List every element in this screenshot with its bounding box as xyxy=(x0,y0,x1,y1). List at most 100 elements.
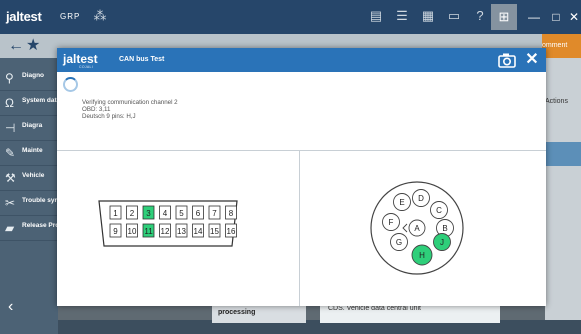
diagnosis-icon: ⚲ xyxy=(5,71,14,85)
obd-pin-5: 5 xyxy=(175,205,188,220)
status-area xyxy=(57,72,546,151)
status-line-obd: OBD: 3,11 xyxy=(82,106,111,113)
back-arrow-icon[interactable]: ← xyxy=(8,37,24,55)
obd-pin-label: 13 xyxy=(177,227,186,236)
obd-pin-label: 5 xyxy=(179,209,184,218)
vehicle-icon: ⚒ xyxy=(5,171,16,185)
group-label: GRP xyxy=(60,12,81,21)
deutsch-pin-E: E xyxy=(393,193,411,211)
group-icon[interactable]: ⁂ xyxy=(92,8,108,24)
sidebar-item-label: System data xyxy=(22,97,58,104)
release-icon: ▰ xyxy=(5,221,15,235)
deutsch-pin-label: B xyxy=(442,224,447,233)
maximize-button[interactable]: □ xyxy=(546,8,566,26)
deutsch-pin-label: J xyxy=(440,238,444,247)
deutsch-pin-C: C xyxy=(430,201,448,219)
maintenance-icon: ✎ xyxy=(5,146,16,160)
obd-pin-label: 16 xyxy=(227,227,236,236)
close-window-button[interactable]: ✕ xyxy=(564,8,581,26)
sidebar-item-label: Release Proced xyxy=(22,222,58,229)
obd-connector-diagram: 1 2 3 4 5 6 7 8 9 10 11 12 13 14 15 16 xyxy=(95,198,241,250)
obd-pin-6: 6 xyxy=(192,205,204,220)
obd-pin-label: 12 xyxy=(161,227,170,236)
sidebar-item-maintenance[interactable]: ✎ Mainte xyxy=(0,141,58,166)
dialog-logo-sub: COJALI xyxy=(79,65,94,69)
deutsch-pin-label: C xyxy=(436,206,442,215)
background-blue-row xyxy=(545,142,581,166)
list-icon[interactable]: ☰ xyxy=(394,8,410,24)
deutsch-pin-H: H xyxy=(411,244,433,266)
obd-pin-12: 12 xyxy=(159,223,171,238)
deutsch-pin-label: A xyxy=(414,224,420,233)
obd-pin-8: 8 xyxy=(225,205,237,220)
sidebar-back-icon[interactable]: ‹ xyxy=(8,298,13,316)
dialog-close-button[interactable]: ✕ xyxy=(523,50,541,70)
panel-divider xyxy=(299,151,300,306)
favorite-star-icon[interactable]: ★ xyxy=(26,37,40,55)
deutsch-pin-label: F xyxy=(389,218,394,227)
sidebar-item-diagnosis[interactable]: ⚲ Diagno xyxy=(0,66,58,91)
obd-pin-label: 10 xyxy=(128,227,137,236)
status-line-deutsch: Deutsch 9 pins: H,J xyxy=(82,113,136,120)
trouble-icon: ✂ xyxy=(5,196,16,210)
deutsch-pin-label: H xyxy=(419,251,425,260)
obd-pin-3: 3 xyxy=(142,205,155,220)
obd-pin-14: 14 xyxy=(192,223,204,238)
obd-pin-label: 8 xyxy=(229,209,234,218)
dialog-title: CAN bus Test xyxy=(119,56,165,63)
obd-pin-11: 11 xyxy=(142,223,155,238)
obd-pin-16: 16 xyxy=(225,223,237,238)
document-icon[interactable]: ▤ xyxy=(368,8,384,24)
sidebar-item-system-data[interactable]: Ω System data xyxy=(0,91,58,116)
camera-top-icon[interactable] xyxy=(446,8,462,24)
dialog-header: jaltest COJALI CAN bus Test ✕ xyxy=(57,48,546,72)
clipboard-icon[interactable]: ▦ xyxy=(420,8,436,24)
sidebar-item-label: Diagno xyxy=(22,72,45,79)
deutsch-pin-D: D xyxy=(412,189,430,207)
sidebar-item-trouble-symptoms[interactable]: ✂ Trouble sympto xyxy=(0,191,58,216)
obd-pin-label: 3 xyxy=(146,209,151,218)
deutsch-pin-label: D xyxy=(418,194,424,203)
deutsch-pin-label: E xyxy=(399,198,404,207)
obd-pin-10: 10 xyxy=(126,223,138,238)
obd-pin-label: 11 xyxy=(144,227,153,236)
obd-pin-1: 1 xyxy=(109,205,122,220)
loading-spinner-icon xyxy=(63,77,78,92)
deutsch-pin-F: F xyxy=(382,213,400,231)
sidebar-item-label: Vehicle xyxy=(22,172,45,179)
left-sidebar: ⚲ Diagno Ω System data ⊣ Diagra ✎ Mainte… xyxy=(0,58,58,334)
obd-pin-9: 9 xyxy=(109,223,122,238)
comment-tab[interactable]: omment xyxy=(542,34,581,58)
deutsch-pin-G: G xyxy=(390,233,408,251)
obd-pin-4: 4 xyxy=(159,205,171,220)
deutsch-connector-diagram: A BC D E F G H J xyxy=(369,180,465,276)
obd-pin-2: 2 xyxy=(126,205,138,220)
obd-pin-label: 15 xyxy=(210,227,219,236)
sidebar-item-vehicle[interactable]: ⚒ Vehicle xyxy=(0,166,58,191)
minimize-button[interactable]: — xyxy=(524,8,544,26)
obd-pin-label: 1 xyxy=(113,209,118,218)
obd-pin-7: 7 xyxy=(208,205,221,220)
help-icon[interactable]: ? xyxy=(472,8,488,24)
dialog-logo: jaltest xyxy=(63,52,98,66)
actions-label[interactable]: Actions xyxy=(545,98,568,105)
obd-pin-label: 2 xyxy=(130,209,135,218)
sidebar-item-release-procedures[interactable]: ▰ Release Proced xyxy=(0,216,58,241)
can-bus-test-dialog: jaltest COJALI CAN bus Test ✕ Verifying … xyxy=(57,48,546,306)
obd-pin-label: 14 xyxy=(194,227,203,236)
obd-pin-label: 6 xyxy=(196,209,201,218)
obd-pin-label: 7 xyxy=(212,209,217,218)
obd-pin-label: 4 xyxy=(163,209,168,218)
ohm-icon: Ω xyxy=(5,96,14,110)
apps-grid-button[interactable]: ⊞ xyxy=(491,4,517,30)
status-line-channel: Verifying communication channel 2 xyxy=(82,99,178,106)
obd-pin-15: 15 xyxy=(208,223,221,238)
sidebar-item-label: Trouble sympto xyxy=(22,197,58,204)
deutsch-pin-J: J xyxy=(433,233,451,251)
diagram-icon: ⊣ xyxy=(5,121,16,135)
obd-pin-13: 13 xyxy=(175,223,188,238)
camera-icon[interactable] xyxy=(498,52,516,68)
deutsch-pin-label: G xyxy=(396,238,402,247)
sidebar-item-diagrams[interactable]: ⊣ Diagra xyxy=(0,116,58,141)
sidebar-item-label: Mainte xyxy=(22,147,43,154)
